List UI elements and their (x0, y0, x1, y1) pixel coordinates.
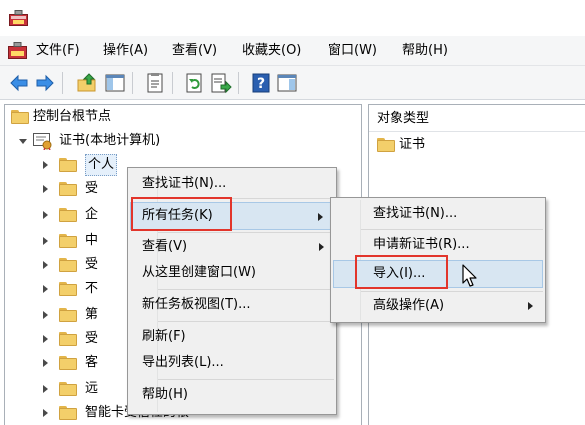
tree-node-label: 受 (85, 257, 99, 272)
menu-separator (158, 321, 334, 322)
help-icon[interactable]: ? (250, 72, 272, 94)
action-pane-icon[interactable] (276, 72, 298, 94)
folder-icon (59, 182, 77, 196)
menu-item-help[interactable]: 帮助(H) (130, 383, 334, 407)
submenu-arrow-icon (528, 302, 533, 310)
folder-icon (11, 110, 29, 124)
folder-icon (59, 308, 77, 322)
expand-chevron-icon[interactable] (43, 211, 48, 219)
tree-node-label: 企 (85, 207, 99, 222)
certificates-label: 证书(本地计算机) (59, 133, 161, 148)
menu-item-view-label: 查看(V) (142, 239, 188, 254)
tree-root-label: 控制台根节点 (33, 109, 112, 124)
menu-separator (158, 232, 334, 233)
menu-help[interactable]: 帮助(H) (402, 42, 448, 60)
folder-icon (59, 382, 77, 396)
expand-chevron-icon[interactable] (43, 335, 48, 343)
menu-item-new-window-from-here[interactable]: 从这里创建窗口(W) (130, 261, 334, 285)
tree-node-label: 不 (85, 281, 99, 296)
submenu-arrow-icon (319, 243, 324, 251)
submenu-item-advanced-label: 高级操作(A) (373, 298, 445, 313)
toolbar: ? (0, 66, 585, 100)
submenu-item-find-certificates[interactable]: 查找证书(N)... (333, 202, 543, 226)
expand-chevron-icon[interactable] (43, 261, 48, 269)
tree-node-label: 客 (85, 355, 99, 370)
console-system-icon[interactable] (8, 42, 27, 59)
menu-action[interactable]: 操作(A) (103, 42, 148, 60)
properties-icon[interactable] (144, 72, 166, 94)
folder-icon (377, 138, 395, 152)
folder-icon (59, 234, 77, 248)
column-header-object-type[interactable]: 对象类型 (369, 105, 585, 132)
menu-view[interactable]: 查看(V) (172, 42, 217, 60)
menu-item-all-tasks[interactable]: 所有任务(K) (130, 202, 334, 230)
menu-item-view[interactable]: 查看(V) (130, 235, 334, 259)
menu-item-new-taskpad-view[interactable]: 新任务板视图(T)... (130, 293, 334, 317)
title-bar (0, 0, 585, 36)
toolbar-separator (132, 72, 133, 94)
all-tasks-submenu: 查找证书(N)... 申请新证书(R)... 导入(I)... 高级操作(A) (330, 197, 546, 323)
expand-chevron-icon[interactable] (43, 285, 48, 293)
menu-separator (158, 379, 334, 380)
show-hide-tree-icon[interactable] (104, 72, 126, 94)
expand-chevron-icon[interactable] (43, 161, 48, 169)
folder-icon (59, 258, 77, 272)
up-folder-icon[interactable] (76, 72, 98, 94)
mmc-app-icon (9, 10, 28, 26)
forward-icon[interactable] (34, 72, 56, 94)
expand-chevron-icon[interactable] (43, 385, 48, 393)
expand-chevron-icon[interactable] (43, 185, 48, 193)
tree-node-personal[interactable]: 个人 (11, 153, 131, 177)
menu-item-all-tasks-label: 所有任务(K) (142, 208, 213, 223)
mouse-cursor-icon (462, 264, 477, 287)
menu-item-export-list[interactable]: 导出列表(L)... (130, 351, 334, 375)
tree-node-label: 远 (85, 381, 99, 396)
menu-bar: 文件(F) 操作(A) 查看(V) 收藏夹(O) 窗口(W) 帮助(H) (0, 36, 585, 66)
menu-window[interactable]: 窗口(W) (328, 42, 377, 60)
submenu-item-advanced-operations[interactable]: 高级操作(A) (333, 294, 543, 318)
expand-chevron-icon[interactable] (43, 359, 48, 367)
tree-node-label: 受 (85, 331, 99, 346)
toolbar-separator (62, 72, 63, 94)
context-menu: 查找证书(N)... 所有任务(K) 查看(V) 从这里创建窗口(W) 新任务板… (127, 167, 337, 415)
svg-text:?: ? (257, 76, 265, 92)
submenu-item-import[interactable]: 导入(I)... (333, 260, 543, 288)
tree-node-label: 个人 (85, 154, 118, 176)
back-icon[interactable] (8, 72, 30, 94)
tree-node-label: 第 (85, 307, 99, 322)
expand-chevron-icon[interactable] (43, 237, 48, 245)
expand-chevron-icon[interactable] (43, 311, 48, 319)
menu-file[interactable]: 文件(F) (36, 42, 80, 60)
submenu-item-request-new-certificate[interactable]: 申请新证书(R)... (333, 233, 543, 257)
folder-icon (59, 356, 77, 370)
menu-item-find-certificates[interactable]: 查找证书(N)... (130, 172, 334, 196)
folder-icon (59, 208, 77, 222)
menu-separator (158, 198, 334, 199)
submenu-arrow-icon (318, 213, 323, 221)
export-list-icon[interactable] (210, 72, 232, 94)
tree-node-label: 中 (85, 233, 99, 248)
certificates-snapin-icon (33, 133, 52, 150)
folder-icon (59, 282, 77, 296)
folder-icon (59, 332, 77, 346)
toolbar-separator (238, 72, 239, 94)
result-item-label: 证书 (399, 137, 426, 152)
folder-icon (59, 406, 77, 420)
menu-separator (361, 229, 543, 230)
folder-icon (59, 158, 77, 172)
toolbar-separator (172, 72, 173, 94)
expand-chevron-icon[interactable] (43, 409, 48, 417)
menu-separator (158, 289, 334, 290)
collapse-chevron-icon[interactable] (19, 139, 27, 144)
menu-separator (361, 291, 543, 292)
menu-item-refresh[interactable]: 刷新(F) (130, 325, 334, 349)
menu-favorites[interactable]: 收藏夹(O) (242, 42, 301, 60)
refresh-icon[interactable] (184, 72, 206, 94)
tree-node-label: 受 (85, 181, 99, 196)
